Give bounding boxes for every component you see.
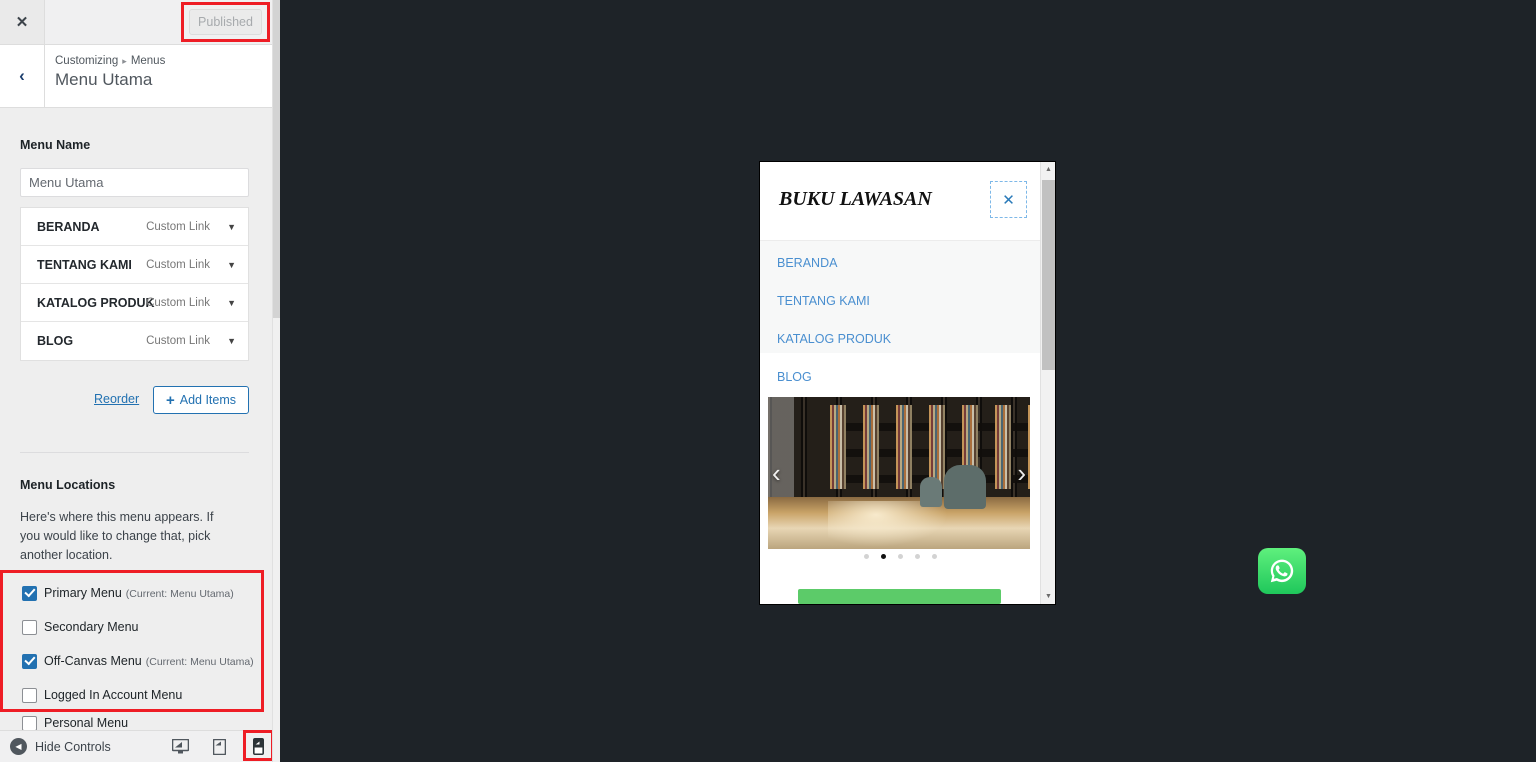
location-checkbox-partial-row[interactable]: Personal Menu (0, 714, 272, 730)
chevron-right-icon[interactable]: › (1017, 460, 1026, 486)
section-divider (20, 452, 249, 453)
reorder-link[interactable]: Reorder (94, 392, 139, 406)
preview-scrollbar-thumb[interactable] (1042, 180, 1055, 370)
carousel-dot[interactable] (915, 554, 920, 559)
menu-items-list: BERANDA Custom Link ▼ TENTANG KAMI Custo… (20, 207, 249, 361)
breadcrumb: Customizing ▸ Menus (55, 55, 165, 67)
carousel-dot[interactable] (864, 554, 869, 559)
menu-item-title: BERANDA (37, 219, 100, 234)
publish-button[interactable]: Published (189, 9, 262, 35)
nav-link-katalog-produk[interactable]: KATALOG PRODUK (777, 332, 891, 346)
carousel-dot[interactable] (932, 554, 937, 559)
tablet-preview-button[interactable] (203, 731, 235, 762)
carousel-dot-active[interactable] (881, 554, 886, 559)
desktop-preview-button[interactable] (164, 731, 196, 762)
armchair-large (944, 465, 986, 509)
location-label: Personal Menu (44, 716, 129, 730)
menu-item-type: Custom Link (146, 335, 210, 347)
mobile-preview-button[interactable] (242, 731, 272, 762)
page-title: Menu Utama (55, 70, 153, 89)
chevron-down-icon[interactable]: ▼ (227, 298, 236, 308)
menu-item-title: KATALOG PRODUK (37, 295, 155, 310)
menu-locations-description: Here's where this menu appears. If you w… (20, 510, 214, 562)
mobile-preview-frame: BUKU LAWASAN ✕ BERANDA TENTANG KAMI KATA… (759, 161, 1056, 605)
plus-icon: + (165, 391, 175, 409)
whatsapp-icon (1270, 559, 1294, 583)
site-navigation: BERANDA TENTANG KAMI KATALOG PRODUK BLOG (760, 240, 1041, 384)
nav-link-beranda[interactable]: BERANDA (777, 256, 837, 270)
chevron-left-icon[interactable]: ‹ (772, 460, 781, 486)
site-viewport: BUKU LAWASAN ✕ BERANDA TENTANG KAMI KATA… (760, 162, 1041, 604)
preview-scrollbar[interactable]: ▲ ▼ (1040, 162, 1055, 604)
menu-name-input[interactable] (20, 168, 249, 197)
menu-item-row[interactable]: BLOG Custom Link ▼ (21, 322, 248, 360)
add-items-button[interactable]: + Add Items (153, 386, 249, 414)
nav-link-tentang-kami[interactable]: TENTANG KAMI (777, 294, 870, 308)
close-customizer-button[interactable]: ✕ (0, 0, 45, 44)
site-header: BUKU LAWASAN ✕ (760, 162, 1041, 240)
offcanvas-close-button[interactable]: ✕ (990, 181, 1027, 218)
hero-carousel: ‹ › (768, 397, 1030, 549)
close-icon: ✕ (1002, 191, 1015, 209)
panel-header: ‹ Customizing ▸ Menus Menu Utama (0, 45, 272, 108)
site-logo: BUKU LAWASAN (779, 188, 932, 210)
menu-item-row[interactable]: TENTANG KAMI Custom Link ▼ (21, 246, 248, 284)
menu-name-label: Menu Name (20, 138, 91, 152)
green-section-bar (798, 589, 1001, 604)
scroll-up-icon[interactable]: ▲ (1041, 162, 1055, 177)
sidebar-scrollbar[interactable] (272, 0, 281, 762)
chevron-left-icon: ‹ (19, 66, 25, 85)
chevron-down-icon[interactable]: ▼ (227, 336, 236, 346)
armchair-small (920, 477, 942, 507)
arrow-left-circle-icon: ◀ (10, 738, 27, 755)
light-reflection (828, 501, 948, 547)
chevron-down-icon[interactable]: ▼ (227, 222, 236, 232)
customizer-sidebar: ✕ Published ‹ Customizing ▸ Menus Menu Uta… (0, 0, 272, 762)
carousel-dot[interactable] (898, 554, 903, 559)
menu-item-type: Custom Link (146, 296, 210, 309)
close-icon: ✕ (15, 14, 29, 31)
menu-item-type: Custom Link (146, 220, 210, 233)
add-items-label: Add Items (179, 393, 237, 407)
checkbox-unchecked-icon[interactable] (22, 716, 37, 730)
tablet-preview-icon (212, 738, 226, 755)
desktop-preview-icon (171, 739, 189, 754)
breadcrumb-root: Customizing (55, 55, 119, 67)
menu-item-type: Custom Link (146, 258, 210, 271)
menu-item-title: TENTANG KAMI (37, 257, 132, 272)
breadcrumb-separator-icon: ▸ (122, 56, 127, 66)
customizer-footer-bar: ◀ Hide Controls (0, 730, 272, 762)
scroll-down-icon[interactable]: ▼ (1041, 589, 1055, 604)
hide-controls-button[interactable]: ◀ Hide Controls (10, 731, 111, 762)
panel-back-button[interactable]: ‹ (0, 45, 45, 107)
chevron-down-icon[interactable]: ▼ (227, 260, 236, 270)
nav-link-blog[interactable]: BLOG (777, 370, 812, 384)
menu-item-title: BLOG (37, 334, 74, 348)
customizer-screen: ✕ Published ‹ Customizing ▸ Menus Menu Uta… (0, 0, 1536, 762)
hide-controls-label: Hide Controls (35, 739, 111, 754)
carousel-dots (760, 554, 1041, 559)
menu-locations-title: Menu Locations (20, 478, 116, 492)
preview-area: BUKU LAWASAN ✕ BERANDA TENTANG KAMI KATA… (280, 0, 1536, 762)
mobile-preview-icon (252, 738, 264, 755)
publish-button-annotation: Published (181, 2, 270, 42)
menu-locations-annotation (0, 570, 264, 712)
menu-item-row[interactable]: BERANDA Custom Link ▼ (21, 208, 248, 246)
whatsapp-float-button[interactable] (1258, 548, 1306, 594)
menu-item-row[interactable]: KATALOG PRODUK Custom Link ▼ (21, 284, 248, 322)
breadcrumb-current: Menus (130, 55, 166, 67)
customizer-header-bar: ✕ Published (0, 0, 272, 45)
